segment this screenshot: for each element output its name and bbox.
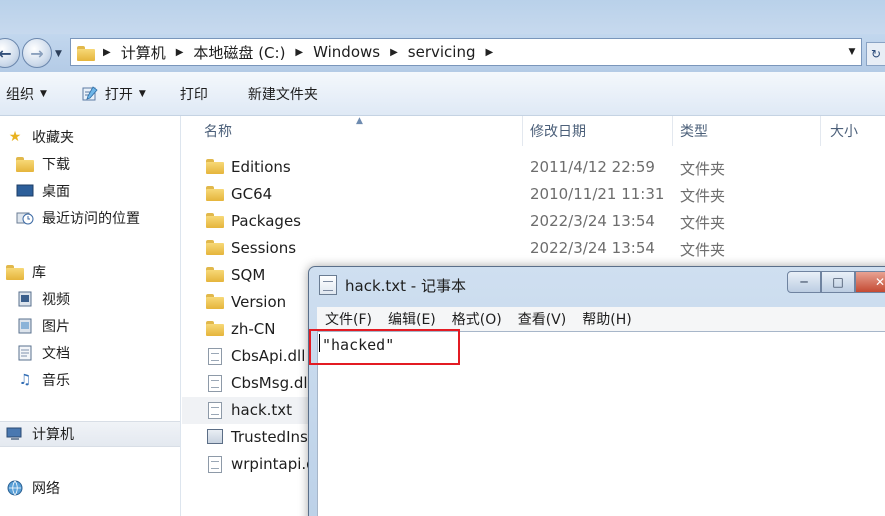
star-icon: ★ bbox=[8, 129, 22, 145]
notepad-icon bbox=[319, 275, 337, 295]
breadcrumb-local-disk[interactable]: 本地磁盘 (C:) ▶ bbox=[193, 39, 313, 65]
arrow-left-icon: ← bbox=[0, 43, 12, 63]
address-dropdown-button[interactable]: ▼ bbox=[843, 39, 861, 65]
red-highlight-annotation bbox=[309, 329, 460, 365]
video-library-icon bbox=[16, 290, 34, 308]
folder-icon bbox=[206, 159, 224, 175]
sidebar-item-music[interactable]: ♫ 音乐 bbox=[16, 367, 196, 393]
back-button[interactable]: ← bbox=[0, 38, 20, 68]
maximize-icon: □ bbox=[832, 275, 844, 289]
menu-edit[interactable]: 编辑(E) bbox=[380, 309, 444, 329]
notepad-window[interactable]: hack.txt - 记事本 ─ □ ✕ 文件(F) 编辑(E) 格式(O) 查… bbox=[308, 266, 885, 516]
sidebar-item-recent[interactable]: 最近访问的位置 bbox=[16, 205, 196, 231]
refresh-button[interactable]: ↻ bbox=[866, 42, 885, 66]
chevron-right-icon[interactable]: ▶ bbox=[390, 47, 398, 58]
sidebar-item-desktop[interactable]: 桌面 bbox=[16, 178, 196, 204]
computer-icon bbox=[6, 425, 24, 443]
folder-icon bbox=[206, 213, 224, 229]
library-icon bbox=[6, 263, 24, 281]
dll-file-icon bbox=[206, 375, 224, 392]
document-library-icon bbox=[16, 344, 34, 362]
recent-pages-dropdown[interactable]: ▼ bbox=[55, 49, 62, 59]
network-icon bbox=[6, 479, 24, 497]
notepad-icon bbox=[81, 85, 99, 102]
sidebar-item-favorites[interactable]: ★ 收藏夹 bbox=[6, 124, 186, 150]
folder-icon bbox=[206, 186, 224, 202]
navigation-bar: ← → ▼ ▶ 计算机 ▶ 本地磁盘 (C:) ▶ Windows ▶ servici… bbox=[0, 34, 885, 72]
menu-format[interactable]: 格式(O) bbox=[444, 309, 510, 329]
chevron-right-icon[interactable]: ▶ bbox=[176, 47, 184, 58]
column-header-date[interactable]: 修改日期 bbox=[530, 116, 586, 146]
desktop-icon bbox=[16, 182, 34, 200]
column-divider[interactable] bbox=[820, 116, 821, 146]
folder-icon bbox=[206, 240, 224, 256]
navigation-pane: ★ 收藏夹 下载 桌面 最近访问的位置 库 视频 图片 文档 ♫ 音乐 计算机 … bbox=[0, 116, 181, 516]
breadcrumb-servicing[interactable]: servicing ▶ bbox=[408, 39, 503, 65]
menu-view[interactable]: 查看(V) bbox=[510, 309, 575, 329]
open-button[interactable]: 打开 ▼ bbox=[75, 72, 152, 115]
dll-file-icon bbox=[206, 456, 224, 473]
folder-icon bbox=[77, 45, 95, 61]
sidebar-item-libraries[interactable]: 库 bbox=[6, 259, 186, 285]
forward-button[interactable]: → bbox=[22, 38, 52, 68]
folder-icon bbox=[206, 321, 224, 337]
sidebar-item-computer[interactable]: 计算机 bbox=[0, 421, 180, 447]
file-row[interactable]: Packages 2022/3/24 13:54 文件夹 bbox=[182, 208, 885, 235]
notepad-menu-bar: 文件(F) 编辑(E) 格式(O) 查看(V) 帮助(H) bbox=[317, 307, 885, 331]
sidebar-item-documents[interactable]: 文档 bbox=[16, 340, 196, 366]
breadcrumb-root-arrow[interactable]: ▶ bbox=[93, 39, 121, 65]
notepad-title-bar[interactable]: hack.txt - 记事本 bbox=[319, 271, 466, 299]
new-folder-button[interactable]: 新建文件夹 bbox=[242, 72, 324, 115]
close-button[interactable]: ✕ bbox=[855, 271, 885, 293]
breadcrumb-computer[interactable]: 计算机 ▶ bbox=[121, 39, 194, 65]
sidebar-item-videos[interactable]: 视频 bbox=[16, 286, 196, 312]
sort-ascending-icon: ▲ bbox=[356, 116, 363, 126]
column-header-type[interactable]: 类型 bbox=[680, 116, 708, 146]
column-divider[interactable] bbox=[522, 116, 523, 146]
refresh-icon: ↻ bbox=[870, 47, 882, 61]
minimize-button[interactable]: ─ bbox=[787, 271, 821, 293]
menu-file[interactable]: 文件(F) bbox=[317, 309, 380, 329]
folder-icon bbox=[206, 267, 224, 283]
command-bar: 组织 ▼ 打开 ▼ 打印 新建文件夹 bbox=[0, 72, 885, 116]
arrow-right-icon: → bbox=[30, 43, 44, 63]
chevron-down-icon: ▼ bbox=[848, 47, 856, 57]
address-bar[interactable]: ▶ 计算机 ▶ 本地磁盘 (C:) ▶ Windows ▶ servicing ▶ ▼ bbox=[70, 38, 862, 66]
breadcrumb-windows[interactable]: Windows ▶ bbox=[313, 39, 408, 65]
sidebar-item-pictures[interactable]: 图片 bbox=[16, 313, 196, 339]
music-note-icon: ♫ bbox=[18, 372, 32, 388]
text-file-icon bbox=[206, 402, 224, 419]
chevron-right-icon[interactable]: ▶ bbox=[486, 47, 494, 58]
dll-file-icon bbox=[206, 348, 224, 365]
print-button[interactable]: 打印 bbox=[174, 72, 214, 115]
chevron-right-icon[interactable]: ▶ bbox=[295, 47, 303, 58]
folder-icon bbox=[206, 294, 224, 310]
menu-help[interactable]: 帮助(H) bbox=[574, 309, 639, 329]
file-row[interactable]: Editions 2011/4/12 22:59 文件夹 bbox=[182, 154, 885, 181]
sidebar-item-network[interactable]: 网络 bbox=[6, 475, 186, 501]
downloads-folder-icon bbox=[16, 155, 34, 173]
maximize-button[interactable]: □ bbox=[821, 271, 855, 293]
organize-button[interactable]: 组织 ▼ bbox=[0, 72, 53, 115]
chevron-down-icon: ▼ bbox=[138, 88, 146, 99]
sidebar-item-downloads[interactable]: 下载 bbox=[16, 151, 196, 177]
chevron-down-icon: ▼ bbox=[40, 88, 47, 99]
column-divider[interactable] bbox=[672, 116, 673, 146]
recent-places-icon bbox=[16, 209, 34, 227]
file-row[interactable]: GC64 2010/11/21 11:31 文件夹 bbox=[182, 181, 885, 208]
close-icon: ✕ bbox=[874, 275, 885, 289]
exe-file-icon bbox=[206, 429, 224, 445]
explorer-title-bar bbox=[0, 0, 885, 34]
minimize-icon: ─ bbox=[800, 275, 808, 289]
file-row[interactable]: Sessions 2022/3/24 13:54 文件夹 bbox=[182, 235, 885, 262]
column-header-size[interactable]: 大小 bbox=[830, 116, 858, 146]
picture-library-icon bbox=[16, 317, 34, 335]
column-header-name[interactable]: 名称 bbox=[204, 116, 232, 146]
